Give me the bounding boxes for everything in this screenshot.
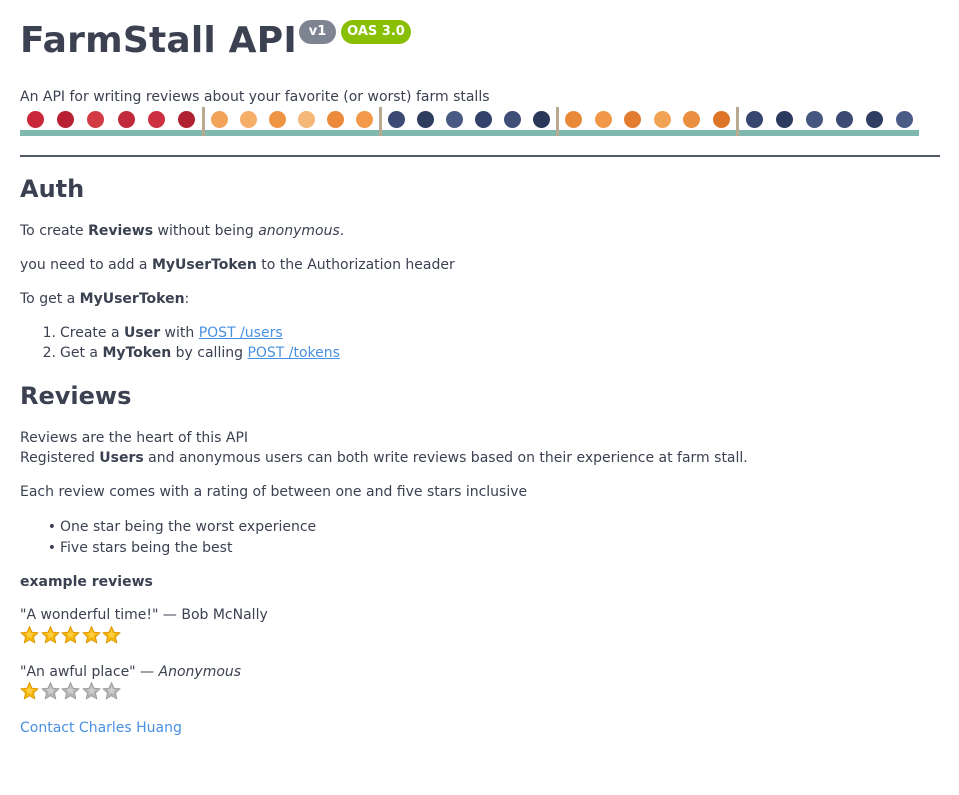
star-filled-icon <box>20 626 39 644</box>
star-empty-icon <box>61 682 80 700</box>
post-users-link[interactable]: POST /users <box>199 325 283 341</box>
divider <box>20 155 940 157</box>
basket-rim <box>382 130 556 136</box>
reviews-heading: Reviews <box>20 382 132 410</box>
star-filled-icon <box>102 626 121 644</box>
star-empty-icon <box>40 682 60 700</box>
bullet-best: • Five stars being the best <box>47 540 233 556</box>
auth-step-1: 1. Create a User with POST /users <box>42 325 283 341</box>
apricot-basket <box>559 107 736 136</box>
basket-rim <box>559 130 736 136</box>
post-tokens-link[interactable]: POST /tokens <box>247 345 340 361</box>
contact-link[interactable]: Contact Charles Huang <box>20 720 182 736</box>
orange-tomatoes <box>205 107 379 131</box>
blueberry-basket-2 <box>739 107 919 136</box>
auth-line-token-header: you need to add a MyUserToken to the Aut… <box>20 257 455 273</box>
page-title: FarmStall API <box>20 20 297 61</box>
blueberries <box>739 107 919 131</box>
reviews-registered-users-line: Registered Users and anonymous users can… <box>20 450 748 466</box>
example-reviews-heading: example reviews <box>20 574 153 590</box>
example-review-2: "An awful place" — Anonymous <box>20 664 242 680</box>
blueberry-basket <box>382 107 556 136</box>
oas-version-badge: OAS 3.0 <box>341 20 411 44</box>
example-review-1: "A wonderful time!" — Bob McNally <box>20 607 268 623</box>
raspberries <box>20 107 202 131</box>
star-filled-icon <box>81 626 101 644</box>
apricots <box>559 107 736 131</box>
api-description: An API for writing reviews about your fa… <box>20 89 490 105</box>
auth-line-get-token: To get a MyUserToken: <box>20 291 190 307</box>
star-filled-icon <box>61 626 80 644</box>
auth-heading: Auth <box>20 175 85 203</box>
star-rating-2 <box>20 682 121 700</box>
blueberries <box>382 107 556 131</box>
star-filled-icon <box>20 682 39 700</box>
star-empty-icon <box>102 682 121 700</box>
title-row: FarmStall API v1 OAS 3.0 <box>20 0 940 62</box>
basket-rim <box>205 130 379 136</box>
star-rating-1 <box>20 626 121 644</box>
contact-link-row: Contact Charles Huang <box>20 718 182 738</box>
basket-rim <box>739 130 919 136</box>
api-info-page: FarmStall API v1 OAS 3.0 An API for writ… <box>20 0 940 736</box>
bullet-worst: • One star being the worst experience <box>47 519 317 535</box>
star-filled-icon <box>40 626 60 644</box>
produce-banner-image <box>20 107 940 136</box>
basket-rim <box>20 130 202 136</box>
reviews-intro-line: Reviews are the heart of this API <box>20 430 249 446</box>
reviews-rating-line: Each review comes with a rating of betwe… <box>20 484 528 500</box>
orange-tomato-basket <box>205 107 379 136</box>
raspberry-basket <box>20 107 202 136</box>
star-empty-icon <box>81 682 101 700</box>
auth-line-create-reviews: To create Reviews without being anonymou… <box>20 223 345 239</box>
auth-step-2: 2. Get a MyToken by calling POST /tokens <box>42 345 340 361</box>
version-badge: v1 <box>299 20 336 44</box>
